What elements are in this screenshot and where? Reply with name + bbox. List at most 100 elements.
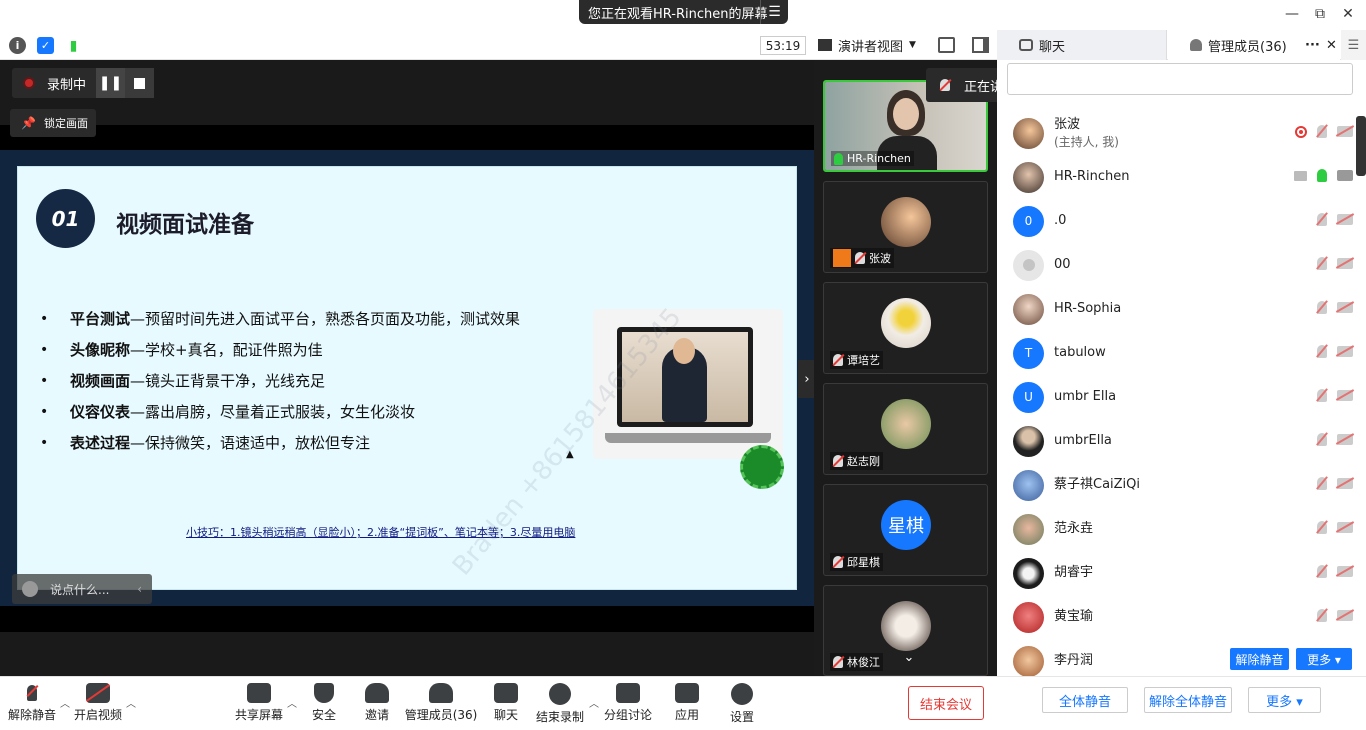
tab-members-label: 管理成员(36) xyxy=(1208,39,1287,55)
member-more-button[interactable]: 更多 ▾ xyxy=(1296,648,1352,670)
camera-off-icon[interactable] xyxy=(1337,214,1353,225)
breakout-rooms-button[interactable]: 分组讨论 xyxy=(597,683,659,725)
chevron-left-icon[interactable]: ‹ xyxy=(137,582,142,596)
info-icon[interactable]: i xyxy=(9,37,26,54)
more-button[interactable]: 更多 ▾ xyxy=(1248,687,1321,713)
gear-icon xyxy=(731,683,753,705)
stop-icon xyxy=(134,77,145,89)
mic-muted-icon[interactable] xyxy=(1317,477,1327,490)
panel-menu-icon[interactable]: ☰ xyxy=(1341,30,1366,60)
thumbs-sticker-icon xyxy=(740,445,784,489)
member-search-input[interactable] xyxy=(1007,63,1353,95)
start-video-button[interactable]: 开启视频 xyxy=(67,683,129,725)
mic-muted-icon[interactable] xyxy=(1317,609,1327,622)
mic-muted-icon[interactable] xyxy=(1317,213,1327,226)
camera-off-icon[interactable] xyxy=(1337,390,1353,401)
unmute-all-button[interactable]: 解除全体静音 xyxy=(1144,687,1232,713)
list-item: • 表述过程 —保持微笑，语速适中，放松但专注 xyxy=(40,434,371,452)
video-tile[interactable]: 张波 xyxy=(823,181,988,273)
avatar: 0 xyxy=(1013,205,1044,237)
shield-icon[interactable]: ✓ xyxy=(37,37,54,54)
end-meeting-button[interactable]: 结束会议 xyxy=(908,686,984,720)
signal-icon[interactable]: ▮ xyxy=(65,37,82,54)
avatar xyxy=(881,197,931,247)
manage-members-button[interactable]: 管理成员(36) xyxy=(405,683,477,725)
share-banner-text: 您正在观看HR-Rinchen的屏幕 xyxy=(588,6,768,22)
end-recording-button[interactable]: 结束录制 xyxy=(529,683,591,725)
camera-off-icon[interactable] xyxy=(1337,610,1353,621)
view-mode-label: 演讲者视图 xyxy=(838,39,904,55)
tab-members[interactable]: 管理成员(36) ··· ✕ xyxy=(1168,30,1340,60)
camera-icon[interactable] xyxy=(1337,170,1353,181)
mic-muted-icon[interactable] xyxy=(1317,125,1327,138)
mic-muted-icon xyxy=(833,455,843,467)
avatar xyxy=(1013,557,1044,589)
list-item[interactable]: 蔡子祺CaiZiQi xyxy=(1013,463,1353,507)
emoji-icon[interactable] xyxy=(22,581,38,597)
slide-tip: 小技巧：1.镜头稍远稍高（显脸小）；2.准备“提词板”、笔记本等；3.尽量用电脑 xyxy=(186,526,576,539)
list-item[interactable]: HR-Rinchen xyxy=(1013,155,1353,199)
list-item[interactable]: HR-Sophia xyxy=(1013,287,1353,331)
members-icon xyxy=(429,683,453,703)
camera-off-icon[interactable] xyxy=(1337,566,1353,577)
tile-name: 邱星棋 xyxy=(830,553,883,571)
chat-button[interactable]: 聊天 xyxy=(475,683,537,725)
list-item[interactable]: 00 xyxy=(1013,243,1353,287)
mic-muted-icon[interactable] xyxy=(1317,433,1327,446)
close-panel-icon[interactable]: ✕ xyxy=(1326,38,1337,53)
list-item[interactable]: U umbr Ella xyxy=(1013,375,1353,419)
caret-up-icon[interactable]: ︿ xyxy=(126,695,136,710)
invite-button[interactable]: 邀请 xyxy=(346,683,408,725)
mute-all-button[interactable]: 全体静音 xyxy=(1042,687,1128,713)
camera-off-icon[interactable] xyxy=(1337,258,1353,269)
close-window-button[interactable]: ✕ xyxy=(1338,6,1358,24)
fullscreen-icon[interactable] xyxy=(938,37,955,53)
more-options-icon[interactable]: ··· xyxy=(1305,38,1320,53)
camera-off-icon[interactable] xyxy=(1337,478,1353,489)
settings-button[interactable]: 设置 xyxy=(711,683,773,725)
mic-muted-icon xyxy=(20,683,44,703)
camera-off-icon[interactable] xyxy=(1337,522,1353,533)
mic-muted-icon[interactable] xyxy=(1317,257,1327,270)
apps-button[interactable]: 应用 xyxy=(656,683,718,725)
minimize-button[interactable]: — xyxy=(1282,6,1302,24)
speaker-view-dropdown[interactable]: 演讲者视图 ▼ xyxy=(818,35,916,55)
list-item[interactable]: umbrElla xyxy=(1013,419,1353,463)
pause-recording-button[interactable]: ❚❚ xyxy=(96,68,125,98)
share-menu-icon[interactable]: ☰ xyxy=(760,0,788,24)
list-item[interactable]: 0 .0 xyxy=(1013,199,1353,243)
mic-muted-icon[interactable] xyxy=(1317,565,1327,578)
list-item[interactable]: 黄宝瑜 xyxy=(1013,595,1353,639)
mic-muted-icon xyxy=(833,656,843,668)
camera-off-icon[interactable] xyxy=(1337,346,1353,357)
share-screen-button[interactable]: 共享屏幕 xyxy=(228,683,290,725)
camera-off-icon[interactable] xyxy=(1337,302,1353,313)
person-icon xyxy=(1190,39,1202,51)
lock-screen-button[interactable]: 📌 锁定画面 xyxy=(10,109,96,137)
screen-share-banner[interactable]: 您正在观看HR-Rinchen的屏幕 ☰ xyxy=(579,0,788,24)
list-item[interactable]: 范永垚 xyxy=(1013,507,1353,551)
member-unmute-button[interactable]: 解除静音 xyxy=(1230,648,1289,670)
mic-muted-icon xyxy=(833,556,843,568)
layout-toggle-icon[interactable] xyxy=(972,37,989,53)
chevron-down-icon[interactable]: ⌄ xyxy=(894,647,924,667)
mic-muted-icon[interactable] xyxy=(1317,345,1327,358)
mic-on-icon[interactable] xyxy=(1317,169,1327,182)
list-item[interactable]: 张波 (主持人, 我) xyxy=(1013,111,1353,155)
mic-muted-icon[interactable] xyxy=(1317,301,1327,314)
video-tile[interactable]: 赵志刚 xyxy=(823,383,988,475)
camera-off-icon[interactable] xyxy=(1337,434,1353,445)
mic-muted-icon[interactable] xyxy=(1317,389,1327,402)
list-item[interactable]: 胡睿宇 xyxy=(1013,551,1353,595)
camera-off-icon[interactable] xyxy=(1337,126,1353,137)
list-item[interactable]: T tabulow xyxy=(1013,331,1353,375)
stop-recording-button[interactable] xyxy=(125,68,154,98)
unmute-button[interactable]: 解除静音 xyxy=(1,683,63,725)
say-something-input[interactable]: 说点什么... ‹ xyxy=(12,574,152,604)
tile-name: 张波 xyxy=(830,248,894,268)
restore-button[interactable]: ⧉ xyxy=(1310,6,1330,24)
video-tile[interactable]: 谭培艺 xyxy=(823,282,988,374)
video-tile[interactable]: 星棋 邱星棋 xyxy=(823,484,988,576)
tab-chat[interactable]: 聊天 xyxy=(997,30,1167,60)
mic-muted-icon[interactable] xyxy=(1317,521,1327,534)
